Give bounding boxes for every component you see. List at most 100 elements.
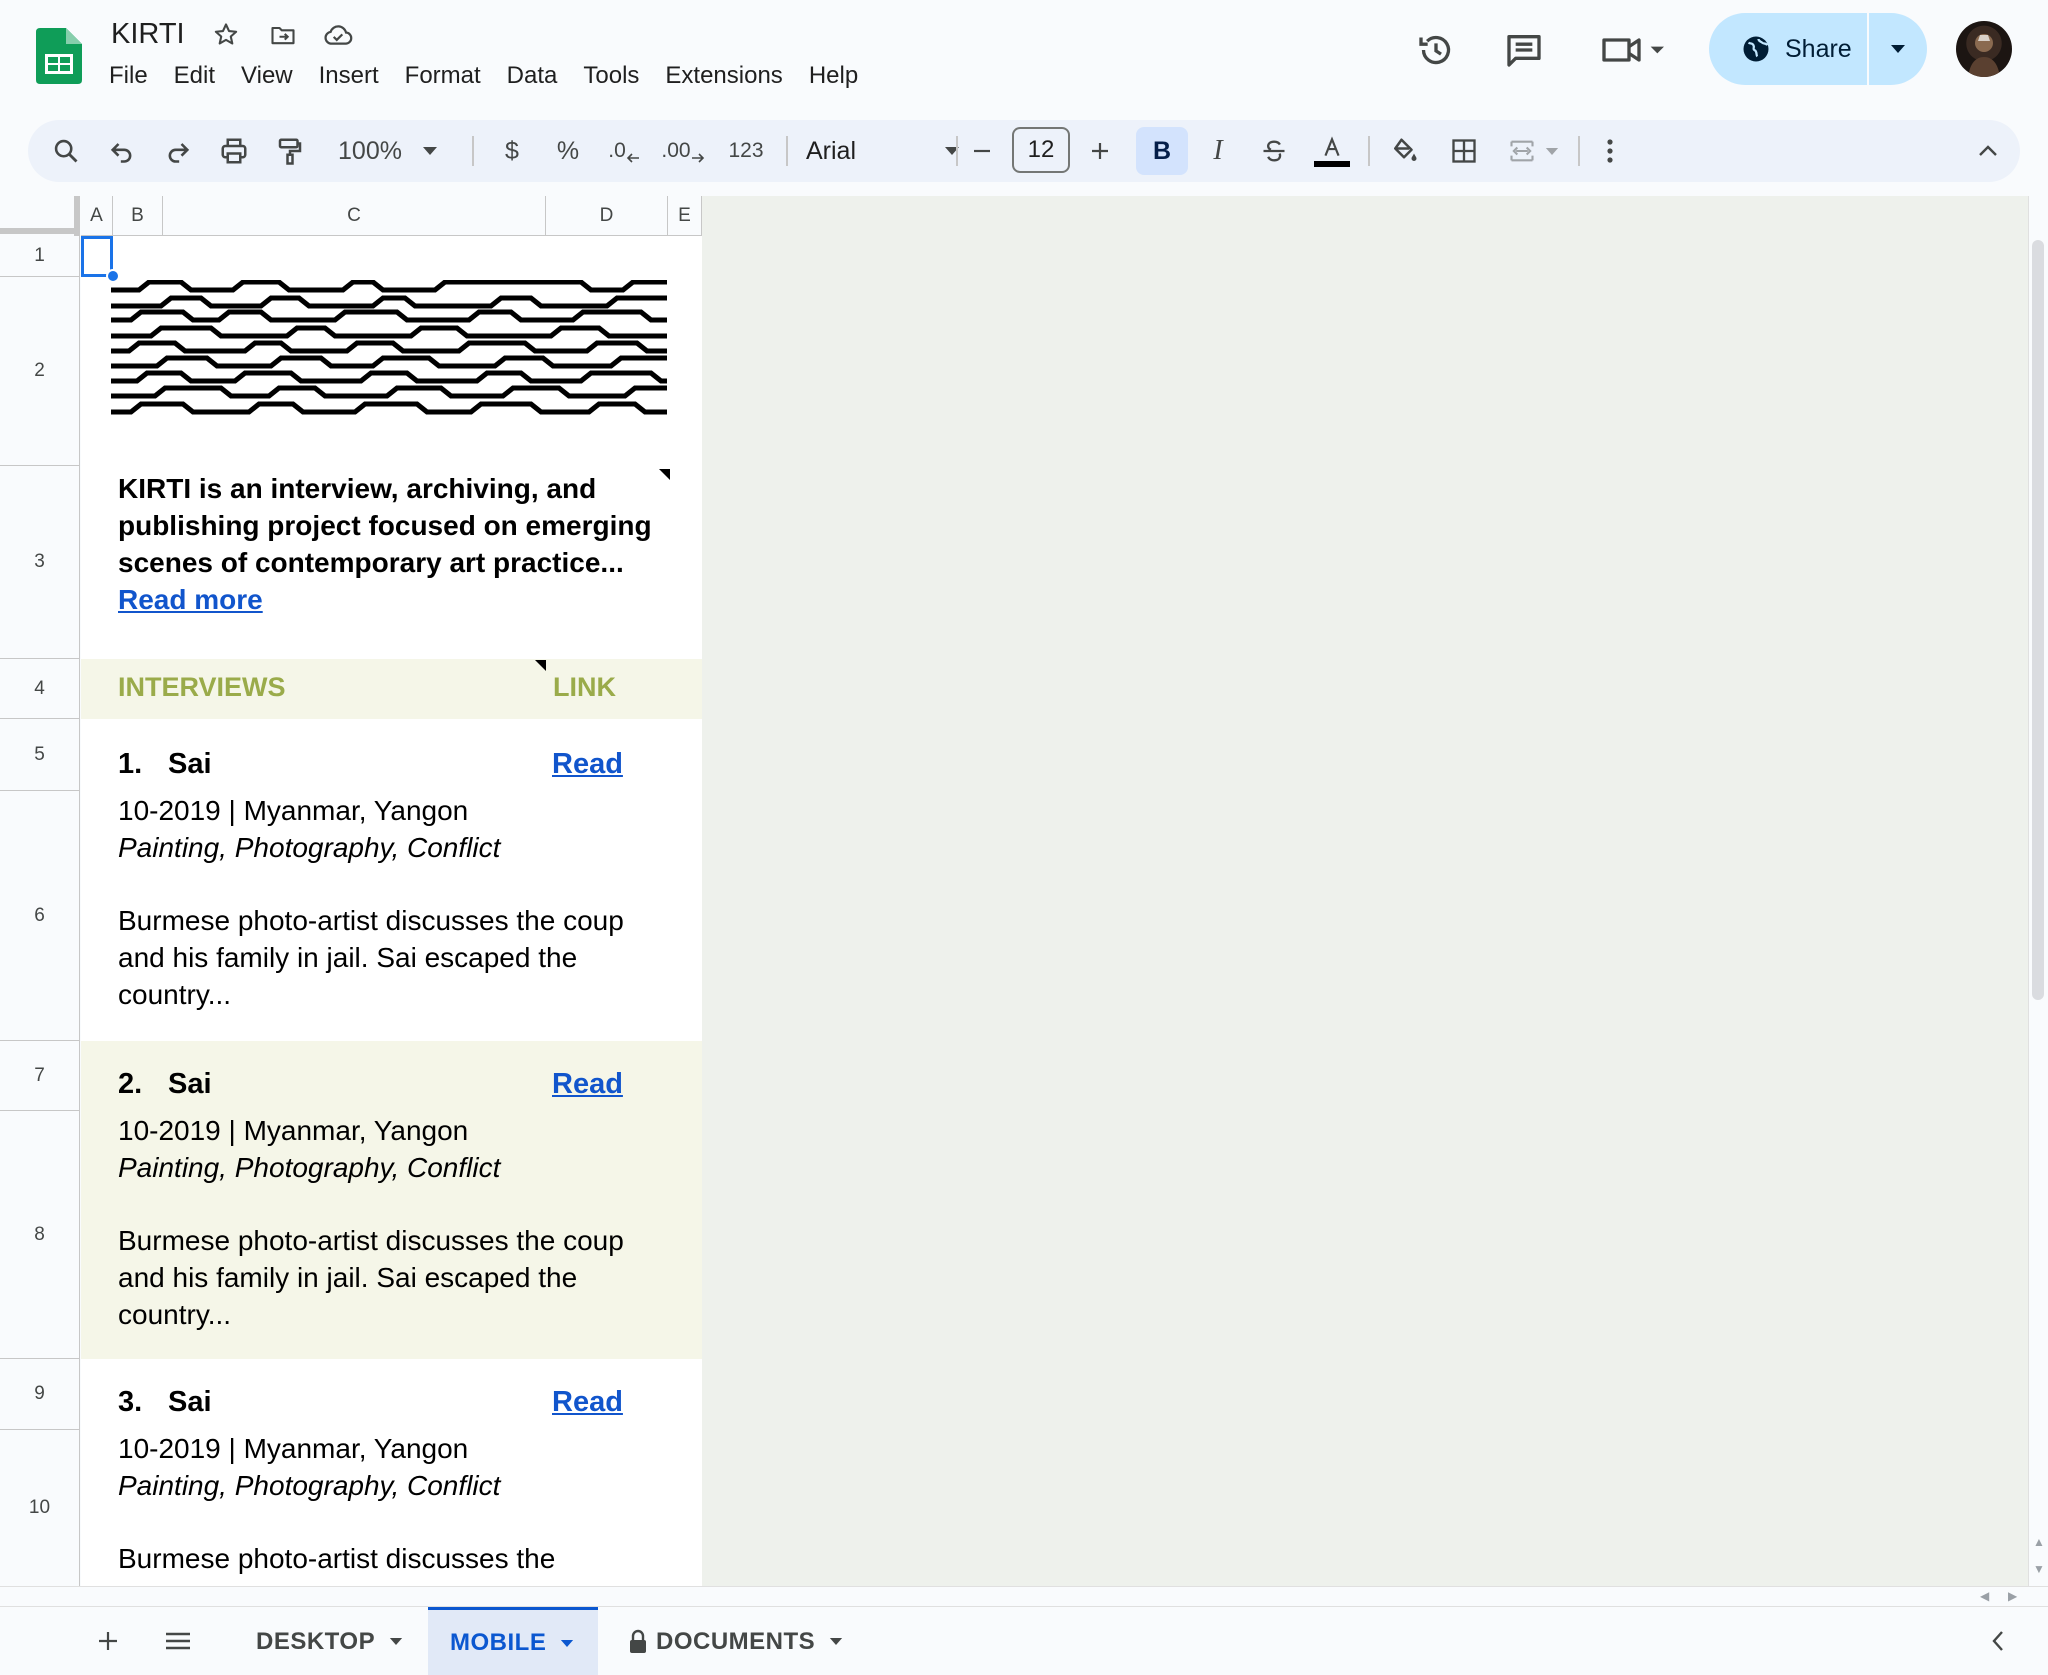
more-options-icon[interactable] (1590, 127, 1630, 175)
move-to-folder-icon[interactable] (267, 19, 299, 51)
video-call-icon[interactable] (1594, 26, 1674, 74)
interview-number: 1. (118, 748, 143, 780)
cell-note-indicator[interactable] (535, 660, 546, 671)
star-icon[interactable] (210, 19, 242, 51)
row-header-10[interactable]: 10 (0, 1430, 80, 1586)
chevron-down-icon[interactable] (560, 1639, 574, 1648)
interview-name: Sai (168, 1386, 212, 1418)
interview-read-link[interactable]: Read (552, 1386, 623, 1419)
scroll-left-arrow-icon[interactable]: ◀ (1980, 1589, 1989, 1603)
undo-icon[interactable] (98, 127, 146, 175)
print-icon[interactable] (210, 127, 258, 175)
horizontal-scrollbar[interactable] (0, 1586, 2048, 1606)
menu-extensions[interactable]: Extensions (661, 60, 796, 94)
interview-name: Sai (168, 1068, 212, 1100)
merge-cells-icon[interactable] (1498, 127, 1568, 175)
comments-icon[interactable] (1500, 26, 1548, 74)
empty-grid-area[interactable] (702, 196, 2028, 1586)
menu-help[interactable]: Help (805, 60, 872, 94)
document-title[interactable]: KIRTI (107, 16, 189, 53)
column-header-c[interactable]: C (163, 196, 546, 236)
menu-file[interactable]: File (105, 60, 162, 94)
interview-read-link[interactable]: Read (552, 748, 623, 781)
interview-read-link[interactable]: Read (552, 1068, 623, 1101)
sheet-cells[interactable]: KIRTI is an interview, archiving, and pu… (81, 236, 702, 1586)
menu-edit[interactable]: Edit (170, 60, 229, 94)
sheet-tab-bar: DESKTOP MOBILE DOCUMENTS (0, 1606, 2048, 1675)
increase-decimal-button[interactable]: .00 (656, 127, 710, 175)
paint-format-icon[interactable] (266, 127, 314, 175)
more-formats-button[interactable]: 123 (716, 127, 776, 175)
search-menus-icon[interactable] (42, 127, 90, 175)
column-header-d[interactable]: D (546, 196, 668, 236)
share-main[interactable]: Share (1709, 13, 1869, 85)
menu-data[interactable]: Data (503, 60, 572, 94)
row-header-5[interactable]: 5 (0, 719, 80, 791)
interview-tags: Painting, Photography, Conflict (118, 1152, 501, 1183)
strikethrough-icon[interactable] (1250, 127, 1298, 175)
increase-font-size-button[interactable] (1080, 127, 1120, 175)
sheet-tab-mobile[interactable]: MOBILE (428, 1607, 599, 1675)
decrease-font-size-button[interactable] (962, 127, 1002, 175)
row-header-3[interactable]: 3 (0, 466, 80, 659)
interview-description: Burmese photo-artist discusses the coup … (118, 905, 624, 1010)
row-header-9[interactable]: 9 (0, 1359, 80, 1430)
row-header-8[interactable]: 8 (0, 1111, 80, 1359)
fill-handle[interactable] (106, 269, 120, 283)
share-options-chevron-icon[interactable] (1869, 13, 1927, 85)
menu-insert[interactable]: Insert (315, 60, 393, 94)
side-panel-chevron-left-icon[interactable] (1974, 1617, 2022, 1665)
bold-button[interactable]: B (1136, 127, 1188, 175)
zoom-select[interactable]: 100% (328, 127, 448, 175)
chevron-down-icon[interactable] (829, 1637, 843, 1646)
share-button[interactable]: Share (1709, 13, 1927, 85)
cloud-saved-icon[interactable] (322, 19, 354, 51)
all-sheets-menu-icon[interactable] (154, 1617, 202, 1665)
redo-icon[interactable] (154, 127, 202, 175)
version-history-icon[interactable] (1412, 26, 1460, 74)
account-avatar[interactable] (1956, 21, 2012, 77)
row-header-1[interactable]: 1 (0, 236, 80, 277)
font-size-input[interactable]: 12 (1012, 127, 1070, 173)
row-header-2[interactable]: 2 (0, 277, 80, 466)
sheet-tab-desktop[interactable]: DESKTOP (230, 1607, 429, 1675)
decrease-decimal-button[interactable]: .0 (600, 127, 648, 175)
cell-note-indicator[interactable] (659, 469, 670, 480)
read-more-link[interactable]: Read more (118, 584, 263, 615)
column-header-a[interactable]: A (81, 196, 113, 236)
italic-button[interactable]: I (1194, 127, 1242, 175)
interview-entry: 2. Sai Read 10-2019 | Myanmar, Yangon Pai… (118, 1068, 678, 1333)
text-color-button[interactable] (1308, 127, 1356, 175)
hide-menus-chevron-up-icon[interactable] (1968, 127, 2008, 175)
sheet-tab-documents[interactable]: DOCUMENTS (610, 1607, 869, 1675)
add-sheet-plus-icon[interactable] (84, 1617, 132, 1665)
scroll-right-arrow-icon[interactable]: ▶ (2008, 1589, 2017, 1603)
toolbar-divider (472, 136, 474, 166)
fill-color-icon[interactable] (1380, 127, 1428, 175)
chevron-down-icon[interactable] (389, 1637, 403, 1646)
sheets-logo-icon[interactable] (36, 28, 82, 84)
font-family-select[interactable]: Arial (798, 127, 968, 175)
format-percent-button[interactable]: % (544, 127, 592, 175)
interview-meta: 10-2019 | Myanmar, Yangon (118, 1115, 469, 1146)
column-header-e[interactable]: E (668, 196, 702, 236)
column-header-b[interactable]: B (113, 196, 163, 236)
row-header-4[interactable]: 4 (0, 659, 80, 719)
interview-entry: 1. Sai Read 10-2019 | Myanmar, Yangon Pai… (118, 748, 678, 1013)
toolbar-divider (1578, 136, 1580, 166)
header-link: LINK (553, 672, 616, 702)
menu-view[interactable]: View (237, 60, 307, 94)
menu-tools[interactable]: Tools (579, 60, 653, 94)
intro-text-cell[interactable]: KIRTI is an interview, archiving, and pu… (118, 470, 658, 618)
formatting-toolbar: 100% $ % .0 .00 123 Arial 12 B I (28, 120, 2020, 182)
vertical-scroll-thumb[interactable] (2032, 240, 2044, 1000)
scroll-up-arrow-icon[interactable]: ▲ (2033, 1535, 2045, 1549)
scroll-down-arrow-icon[interactable]: ▼ (2033, 1562, 2045, 1576)
row-header-6[interactable]: 6 (0, 791, 80, 1041)
frozen-divider (76, 196, 81, 1586)
menu-format[interactable]: Format (401, 60, 495, 94)
row-header-7[interactable]: 7 (0, 1041, 80, 1111)
format-currency-button[interactable]: $ (488, 127, 536, 175)
borders-icon[interactable] (1440, 127, 1488, 175)
interview-meta: 10-2019 | Myanmar, Yangon (118, 795, 469, 826)
